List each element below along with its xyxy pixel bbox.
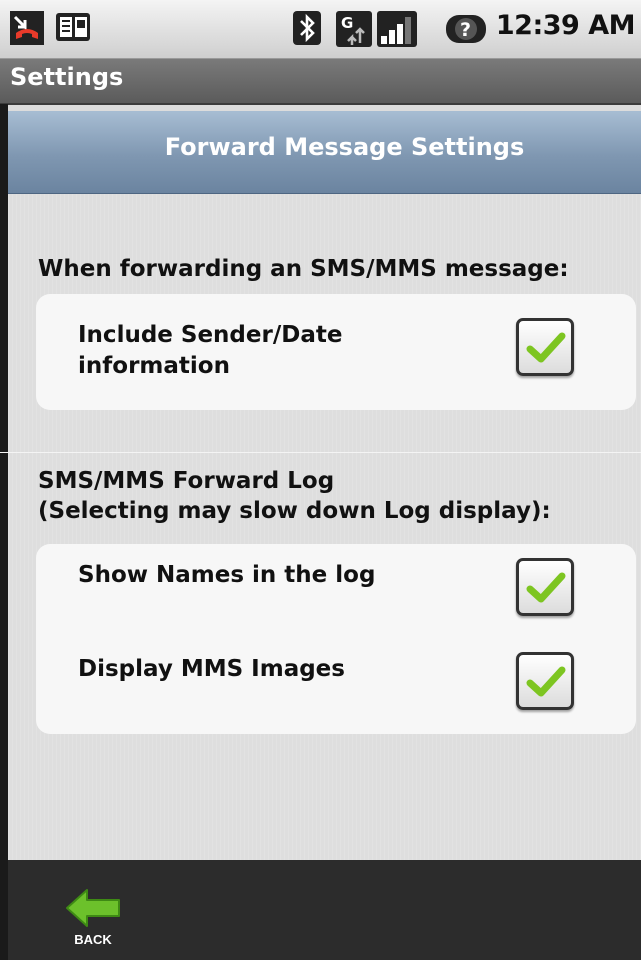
unknown-battery-icon: ?	[446, 11, 486, 51]
show-names-label[interactable]: Show Names in the log	[78, 560, 375, 591]
forwarding-section-label: When forwarding an SMS/MMS message:	[38, 254, 569, 284]
checkmark-icon	[526, 572, 566, 603]
display-mms-images-checkbox[interactable]	[516, 652, 574, 710]
settings-content: When forwarding an SMS/MMS message: Incl…	[8, 194, 641, 860]
log-section-line2: (Selecting may slow down Log display):	[38, 498, 551, 524]
include-sender-date-label[interactable]: Include Sender/Date information	[78, 320, 342, 382]
display-mms-images-label[interactable]: Display MMS Images	[78, 654, 345, 685]
include-sender-date-checkbox[interactable]	[516, 318, 574, 376]
screen-header: Forward Message Settings	[8, 111, 641, 194]
checkmark-icon	[526, 666, 566, 697]
status-clock: 12:39 AM	[495, 10, 636, 41]
network-g-icon: G	[336, 11, 372, 51]
sim-card-icon	[55, 11, 91, 47]
app-title: Settings	[10, 63, 124, 91]
include-sender-date-line1: Include Sender/Date	[78, 322, 343, 348]
log-options-panel: Show Names in the log Display MMS Images	[36, 544, 636, 734]
forwarding-section-text: When forwarding an SMS/MMS message:	[38, 256, 569, 282]
bottom-action-bar: BACK	[8, 860, 641, 960]
back-button[interactable]: BACK	[58, 888, 128, 958]
bluetooth-icon	[293, 11, 321, 49]
log-section-label: SMS/MMS Forward Log (Selecting may slow …	[38, 466, 551, 526]
show-names-checkbox[interactable]	[516, 558, 574, 616]
checkmark-icon	[526, 332, 566, 363]
screen-title: Forward Message Settings	[164, 133, 525, 161]
left-edge	[0, 104, 8, 960]
forwarding-options-panel: Include Sender/Date information	[36, 294, 636, 410]
missed-call-icon	[10, 11, 44, 49]
app-title-bar: Settings	[0, 59, 641, 105]
include-sender-date-line2: information	[78, 353, 230, 379]
back-label: BACK	[74, 932, 112, 947]
status-bar: G ? 12:39 AM	[0, 0, 641, 59]
section-divider	[0, 452, 641, 453]
show-names-text: Show Names in the log	[78, 562, 376, 588]
back-arrow-icon	[66, 889, 120, 927]
display-mms-images-text: Display MMS Images	[78, 656, 345, 682]
svg-text:G: G	[341, 14, 353, 32]
signal-bars-icon	[377, 11, 417, 51]
log-section-line1: SMS/MMS Forward Log	[38, 468, 335, 494]
svg-text:?: ?	[460, 19, 471, 41]
